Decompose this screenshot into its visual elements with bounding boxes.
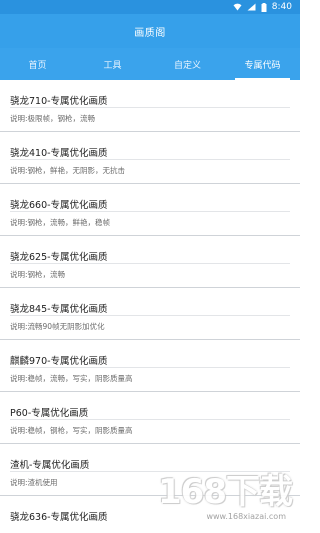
list-item[interactable]: 骁龙410-专属优化画质 说明:钢枪，鲜艳，无阴影，无抗击 bbox=[0, 132, 300, 184]
status-time: 8:40 bbox=[271, 2, 292, 12]
item-desc: 说明:钢枪，流畅，鲜艳，稳帧 bbox=[10, 218, 111, 227]
tab-bar: 首页 工具 自定义 专属代码 bbox=[0, 48, 300, 80]
item-desc: 说明:钢枪，流畅 bbox=[10, 270, 66, 279]
list-item[interactable]: P60-专属优化画质 说明:稳帧，钢枪，写实，阴影质量高 bbox=[0, 392, 300, 444]
list-item[interactable]: 骁龙625-专属优化画质 说明:钢枪，流畅 bbox=[0, 236, 300, 288]
watermark-text: 168下载 bbox=[158, 471, 293, 512]
tab-home-label: 首页 bbox=[28, 60, 47, 71]
item-title: 骁龙710-专属优化画质 bbox=[10, 96, 108, 107]
signal-icon bbox=[247, 3, 256, 11]
item-desc: 说明:极限帧，钢枪，流畅 bbox=[10, 114, 96, 123]
battery-icon bbox=[261, 2, 267, 12]
watermark-logo: 168下载 www.168xiazai.com bbox=[142, 453, 293, 523]
app-title: 画质阁 bbox=[134, 27, 166, 39]
item-title: 骁龙660-专属优化画质 bbox=[10, 200, 108, 211]
item-divider bbox=[10, 263, 290, 264]
tab-custom-label: 自定义 bbox=[173, 60, 201, 71]
list-item[interactable]: 骁龙660-专属优化画质 说明:钢枪，流畅，鲜艳，稳帧 bbox=[0, 184, 300, 236]
item-desc: 说明:钢枪，鲜艳，无阴影，无抗击 bbox=[10, 166, 126, 175]
item-title: P60-专属优化画质 bbox=[10, 408, 89, 419]
tab-exclusive-code-label: 专属代码 bbox=[244, 60, 281, 71]
list-item[interactable]: 麒麟970-专属优化画质 说明:稳帧，流畅，写实，阴影质量高 bbox=[0, 340, 300, 392]
item-desc: 说明:稳帧，钢枪，写实，阴影质量高 bbox=[10, 426, 133, 435]
status-bar: 8:40 bbox=[0, 0, 300, 14]
item-desc: 说明:渣机使用 bbox=[10, 478, 58, 487]
item-title: 麒麟970-专属优化画质 bbox=[10, 356, 108, 367]
watermark-url: www.168xiazai.com bbox=[206, 512, 286, 521]
tab-home[interactable]: 首页 bbox=[0, 48, 75, 80]
item-divider bbox=[10, 211, 290, 212]
item-desc: 说明:稳帧，流畅，写实，阴影质量高 bbox=[10, 374, 133, 383]
tab-tools[interactable]: 工具 bbox=[75, 48, 150, 80]
app-bar: 画质阁 bbox=[0, 14, 300, 48]
item-title: 骁龙636-专属优化画质 bbox=[10, 512, 108, 523]
item-title: 骁龙845-专属优化画质 bbox=[10, 304, 108, 315]
item-divider bbox=[10, 107, 290, 108]
item-divider bbox=[10, 159, 290, 160]
tab-custom[interactable]: 自定义 bbox=[150, 48, 225, 80]
tab-tools-label: 工具 bbox=[103, 60, 122, 71]
item-divider bbox=[10, 419, 290, 420]
item-title: 骁龙625-专属优化画质 bbox=[10, 252, 108, 263]
item-title: 渣机-专属优化画质 bbox=[10, 460, 90, 471]
wifi-icon bbox=[233, 3, 242, 11]
item-divider bbox=[10, 315, 290, 316]
list-item[interactable]: 骁龙710-专属优化画质 说明:极限帧，钢枪，流畅 bbox=[0, 80, 300, 132]
tab-exclusive-code[interactable]: 专属代码 bbox=[225, 48, 300, 80]
item-desc: 说明:流畅90帧无阴影加优化 bbox=[10, 322, 105, 331]
list-item[interactable]: 骁龙845-专属优化画质 说明:流畅90帧无阴影加优化 bbox=[0, 288, 300, 340]
item-title: 骁龙410-专属优化画质 bbox=[10, 148, 108, 159]
item-divider bbox=[10, 367, 290, 368]
